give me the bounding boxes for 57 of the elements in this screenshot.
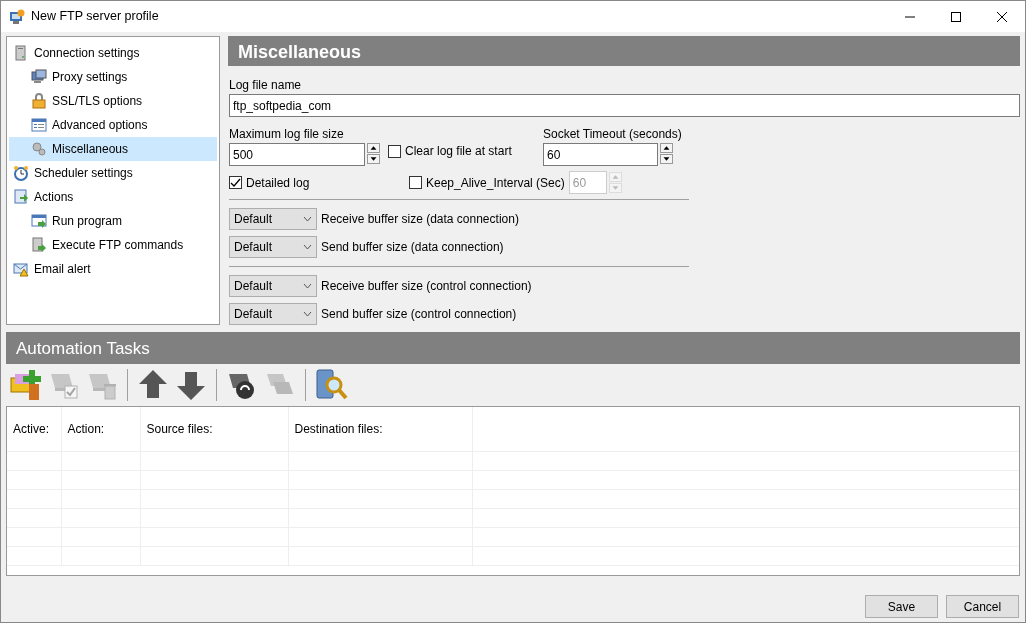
tree-item[interactable]: Proxy settings	[9, 65, 217, 89]
tree-item[interactable]: Execute FTP commands	[9, 233, 217, 257]
checkmark-icon	[230, 177, 241, 188]
number-field[interactable]: 500	[229, 143, 365, 166]
field-label: Log file name	[229, 77, 303, 94]
monitor-icon	[31, 69, 47, 85]
tree-item[interactable]: Connection settings	[9, 41, 217, 65]
checkbox[interactable]: Clear log file at start	[388, 142, 543, 160]
chevron-down-icon	[303, 216, 312, 222]
field-label: Socket Timeout (seconds)	[543, 126, 682, 143]
checkbox[interactable]: Detailed log	[229, 173, 409, 192]
tree-item[interactable]: Email alert	[9, 257, 217, 281]
dropdown-label: Send buffer size (control connection)	[321, 306, 517, 323]
column-header: Destination files:	[294, 421, 383, 436]
column-header: Source files:	[146, 421, 213, 436]
tree-item[interactable]: SSL/TLS options	[9, 89, 217, 113]
padlock-icon	[31, 93, 47, 109]
text-field[interactable]: ftp_softpedia_com	[229, 94, 1020, 117]
dropdown-label: Send buffer size (data connection)	[321, 239, 504, 256]
spin-up-icon[interactable]	[367, 143, 380, 153]
folders-plus-icon[interactable]	[9, 368, 43, 402]
tree-item[interactable]: Actions	[9, 185, 217, 209]
column-header: Active:	[13, 421, 49, 436]
chevron-down-icon	[303, 283, 312, 289]
dropdown[interactable]: Default	[229, 208, 317, 230]
chevron-down-icon	[303, 311, 312, 317]
spin-up-icon[interactable]	[660, 143, 673, 153]
book-magnifier-icon[interactable]	[314, 368, 348, 402]
dropdown-label: Receive buffer size (control connection)	[321, 278, 532, 295]
server-arrow-icon	[31, 237, 47, 253]
window-title: New FTP server profile	[31, 8, 160, 26]
alarm-clock-icon	[13, 165, 29, 181]
dropdown[interactable]: Default	[229, 275, 317, 297]
section-header: Miscellaneous	[228, 36, 1020, 66]
close-icon[interactable]	[994, 10, 1010, 23]
spin-down-icon[interactable]	[660, 154, 673, 164]
envelope-warning-icon	[13, 261, 29, 277]
app-icon	[9, 8, 25, 25]
dropdown[interactable]: Default	[229, 236, 317, 258]
form-icon	[31, 117, 47, 133]
section-header: Automation Tasks	[6, 332, 1020, 364]
column-header: Action:	[67, 421, 105, 436]
spin-down-icon[interactable]	[367, 154, 380, 164]
dialog-button[interactable]: Cancel	[946, 595, 1019, 618]
tree-item[interactable]: Advanced options	[9, 113, 217, 137]
dropdown-label: Receive buffer size (data connection)	[321, 211, 519, 228]
dropdown[interactable]: Default	[229, 303, 317, 325]
dialog-button[interactable]: Save	[865, 595, 938, 618]
chevron-down-icon	[303, 244, 312, 250]
maximize-icon[interactable]	[948, 10, 964, 23]
tree-item[interactable]: Scheduler settings	[9, 161, 217, 185]
tree-item[interactable]: Run program	[9, 209, 217, 233]
number-field[interactable]: 60	[543, 143, 658, 166]
field-label: Maximum log file size	[229, 126, 345, 143]
tree-item[interactable]: Miscellaneous	[9, 137, 217, 161]
server-icon	[13, 45, 29, 61]
gears-icon	[31, 141, 47, 157]
